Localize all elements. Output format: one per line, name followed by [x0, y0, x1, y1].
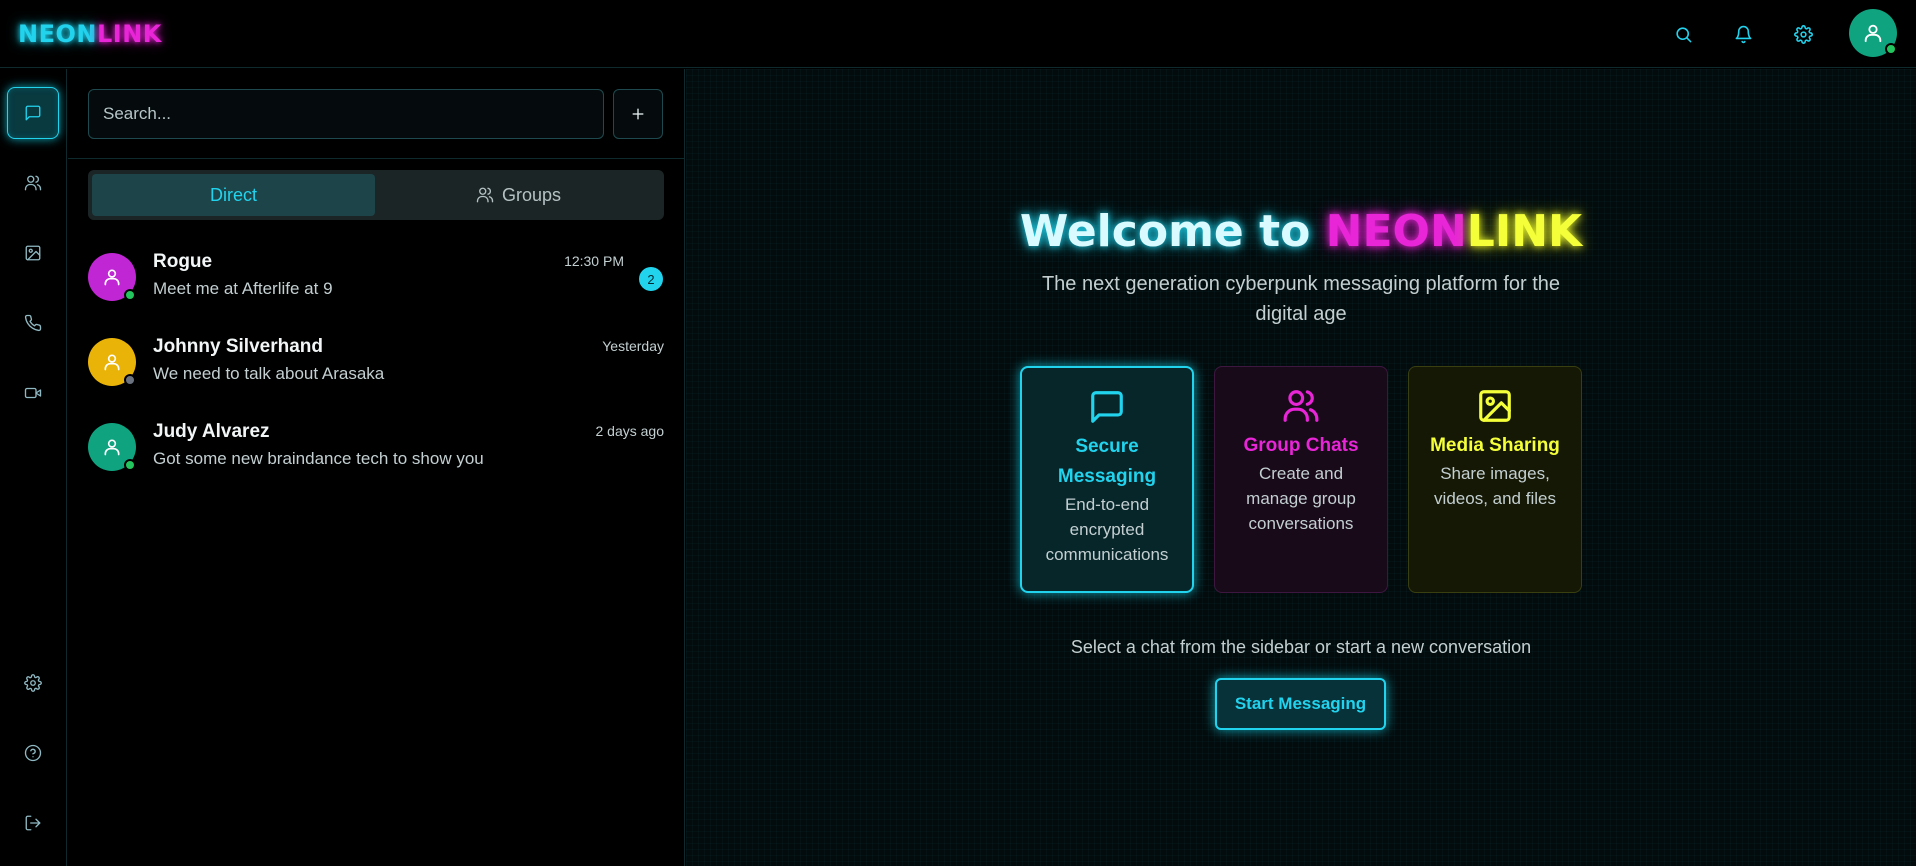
user-avatar[interactable]	[1849, 9, 1897, 57]
select-chat-hint: Select a chat from the sidebar or start …	[1070, 637, 1532, 657]
user-icon	[104, 439, 120, 456]
online-status-dot	[124, 459, 136, 471]
chat-list-item[interactable]: Rogue Meet me at Afterlife at 9 12:30 PM…	[88, 245, 666, 315]
chat-last-message: Meet me at Afterlife at 9	[153, 279, 333, 298]
feature-title: Media Sharing	[1430, 435, 1560, 456]
welcome-neon: NEON	[1325, 206, 1467, 257]
top-bar: NEONLINK	[0, 0, 1916, 68]
logout-icon	[25, 815, 41, 831]
users-icon	[24, 175, 42, 191]
image-icon	[25, 245, 41, 261]
online-status-dot	[1885, 43, 1897, 55]
feature-title: Secure Messaging	[1057, 436, 1157, 487]
bell-icon[interactable]	[1730, 21, 1756, 47]
main-welcome-area: Welcome to NEONLINK The next generation …	[686, 69, 1916, 866]
feature-title: Group Chats	[1243, 435, 1359, 456]
logo-neon: NEON	[18, 20, 97, 48]
plus-icon	[632, 108, 644, 120]
online-status-dot	[124, 289, 136, 301]
avatar	[88, 253, 136, 301]
message-icon	[25, 105, 41, 121]
panel-divider	[68, 158, 685, 159]
welcome-prefix: Welcome to	[1019, 206, 1326, 257]
phone-icon	[24, 314, 42, 332]
chat-name: Johnny Silverhand	[153, 336, 323, 357]
chat-time: 2 days ago	[595, 423, 665, 439]
chat-time: Yesterday	[602, 338, 664, 354]
users-icon	[1283, 390, 1319, 422]
welcome-link: LINK	[1466, 206, 1583, 257]
app-logo[interactable]: NEONLINK	[18, 20, 162, 48]
chat-type-tabs: Direct Groups	[88, 170, 664, 220]
message-icon	[1091, 391, 1123, 423]
rail-media-button[interactable]	[7, 227, 59, 279]
feature-card-media-sharing: Media Sharing Share images, videos, and …	[1408, 366, 1582, 593]
tab-direct[interactable]: Direct	[92, 174, 375, 216]
rail-chats-button[interactable]	[7, 87, 59, 139]
video-icon	[24, 387, 42, 399]
search-input[interactable]	[103, 104, 589, 124]
chat-list-item[interactable]: Judy Alvarez Got some new braindance tec…	[88, 415, 666, 485]
welcome-subtitle: The next generation cyberpunk messaging …	[1041, 273, 1561, 325]
settings-icon	[24, 674, 42, 692]
chat-last-message: We need to talk about Arasaka	[153, 364, 385, 383]
user-icon	[104, 354, 120, 371]
logo-link: LINK	[96, 20, 162, 48]
search-icon[interactable]	[1670, 21, 1696, 47]
user-icon	[104, 269, 120, 286]
icon-rail	[0, 69, 67, 866]
tab-groups[interactable]: Groups	[377, 174, 660, 216]
feature-description: End-to-end encrypted communications	[1045, 495, 1169, 564]
users-icon	[476, 187, 494, 203]
help-icon	[24, 744, 42, 762]
chat-time: 12:30 PM	[564, 253, 624, 269]
image-icon	[1479, 390, 1511, 422]
new-chat-button[interactable]	[613, 89, 663, 139]
gear-icon[interactable]	[1790, 21, 1816, 47]
tab-groups-label: Groups	[501, 184, 562, 205]
rail-video-button[interactable]	[7, 367, 59, 419]
chat-name: Rogue	[153, 251, 213, 272]
chat-name: Judy Alvarez	[153, 421, 270, 442]
rail-calls-button[interactable]	[7, 297, 59, 349]
start-messaging-button[interactable]: Start Messaging	[1215, 678, 1386, 730]
avatar	[88, 423, 136, 471]
feature-card-secure-messaging: Secure Messaging End-to-end encrypted co…	[1020, 366, 1194, 593]
chat-list-panel: Direct Groups Rogue Meet me at Afterlife…	[68, 69, 685, 866]
chat-list-item[interactable]: Johnny Silverhand We need to talk about …	[88, 330, 666, 400]
search-field[interactable]	[88, 89, 604, 139]
offline-status-dot	[124, 374, 136, 386]
rail-logout-button[interactable]	[7, 797, 59, 849]
welcome-heading: Welcome to NEONLINK	[686, 206, 1916, 257]
feature-description: Create and manage group conversations	[1246, 464, 1356, 533]
rail-help-button[interactable]	[7, 727, 59, 779]
rail-contacts-button[interactable]	[7, 157, 59, 209]
rail-settings-button[interactable]	[7, 657, 59, 709]
chat-last-message: Got some new braindance tech to show you	[153, 449, 484, 468]
feature-card-group-chats: Group Chats Create and manage group conv…	[1214, 366, 1388, 593]
feature-description: Share images, videos, and files	[1434, 464, 1556, 508]
unread-badge: 2	[639, 267, 663, 291]
tab-direct-label: Direct	[209, 184, 257, 205]
avatar	[88, 338, 136, 386]
